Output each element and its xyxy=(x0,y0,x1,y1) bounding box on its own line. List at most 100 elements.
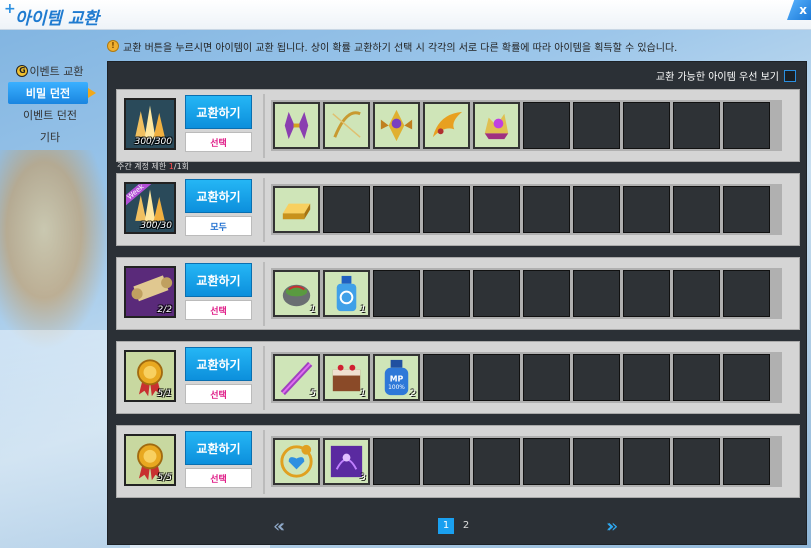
empty-slot xyxy=(573,438,620,485)
sidebar: G 이벤트 교환 비밀 던전 이벤트 던전 기타 xyxy=(0,60,100,148)
sidebar-item-event-dungeon[interactable]: 이벤트 던전 xyxy=(0,104,100,126)
empty-slot xyxy=(573,102,620,149)
divider xyxy=(263,94,265,158)
required-item-icon[interactable]: Week 300/30 xyxy=(124,182,176,234)
empty-slot xyxy=(623,438,670,485)
slot-qty: 1 xyxy=(360,305,366,315)
exchange-button[interactable]: 교환하기 xyxy=(185,347,252,381)
empty-slot xyxy=(723,438,770,485)
empty-slot xyxy=(323,186,370,233)
empty-slot xyxy=(673,438,720,485)
page-2[interactable]: 2 xyxy=(458,518,474,534)
gold-bar-icon[interactable] xyxy=(273,186,320,233)
exchange-row: 300/300 교환하기선택 xyxy=(116,89,800,162)
select-button[interactable]: 선택 xyxy=(185,384,252,404)
empty-slot xyxy=(423,438,470,485)
divider xyxy=(263,262,265,326)
prev-page-arrow-icon[interactable]: «‹ xyxy=(273,516,285,537)
empty-slot xyxy=(523,102,570,149)
heart-amulet-icon[interactable] xyxy=(273,438,320,485)
coin-icon: G xyxy=(16,65,29,77)
select-button[interactable]: 선택 xyxy=(185,468,252,488)
empty-slot xyxy=(523,438,570,485)
empty-slot xyxy=(723,354,770,401)
item-count: 300/300 xyxy=(134,137,172,147)
empty-slot xyxy=(623,270,670,317)
select-button[interactable]: 선택 xyxy=(185,132,252,152)
required-item-icon[interactable]: 300/300 xyxy=(124,98,176,150)
empty-slot xyxy=(473,438,520,485)
empty-slot xyxy=(573,186,620,233)
empty-slot xyxy=(673,270,720,317)
sidebar-item-label: 비밀 던전 xyxy=(25,87,71,100)
required-item-icon[interactable]: 5/5 xyxy=(124,434,176,486)
choco-cake-icon[interactable]: 1 xyxy=(323,354,370,401)
weekly-limit-label: 주간 계정 제한 1/1회 xyxy=(117,162,190,171)
purple-card-icon[interactable]: 3 xyxy=(323,438,370,485)
slot-qty: 1 xyxy=(310,305,316,315)
empty-slot xyxy=(573,354,620,401)
background-decoration xyxy=(0,330,110,548)
next-page-arrow-icon[interactable]: ›» xyxy=(606,516,618,537)
sidebar-item-label: 기타 xyxy=(39,131,61,144)
divider xyxy=(263,430,265,494)
empty-slot xyxy=(523,186,570,233)
stone-bowl-icon[interactable]: 1 xyxy=(273,270,320,317)
empty-slot xyxy=(723,270,770,317)
empty-slot xyxy=(573,270,620,317)
item-count: 5/1 xyxy=(157,389,172,399)
empty-slot xyxy=(373,186,420,233)
empty-slot xyxy=(623,186,670,233)
empty-slot xyxy=(523,354,570,401)
sidebar-item-label: 이벤트 던전 xyxy=(22,109,78,122)
exchange-button[interactable]: 교환하기 xyxy=(185,95,252,129)
notice-text: 교환 버튼을 누르시면 아이템이 교환 됩니다. 상이 확률 교환하기 선택 시… xyxy=(123,42,678,54)
priority-toggle[interactable]: 교환 가능한 아이템 우선 보기 xyxy=(656,68,796,83)
purple-staff-icon[interactable]: 5 xyxy=(273,354,320,401)
gold-wing-icon[interactable] xyxy=(423,102,470,149)
select-button[interactable]: 선택 xyxy=(185,300,252,320)
potion-bottle-icon[interactable]: 1 xyxy=(323,270,370,317)
select-button[interactable]: 모두 xyxy=(185,216,252,236)
slot-qty: 2 xyxy=(410,389,416,399)
slot-qty: 3 xyxy=(360,473,366,483)
pagination: «‹ 1 2 ›» xyxy=(108,514,808,538)
item-count: 300/30 xyxy=(140,221,172,231)
exchange-button[interactable]: 교환하기 xyxy=(185,179,252,213)
sidebar-item-secret-dungeon[interactable]: 비밀 던전 xyxy=(8,82,96,104)
gem-crown-icon[interactable] xyxy=(473,102,520,149)
exchange-button[interactable]: 교환하기 xyxy=(185,263,252,297)
slot-qty: 5 xyxy=(310,389,316,399)
empty-slot xyxy=(473,186,520,233)
reward-slots xyxy=(271,184,782,235)
svg-text:100%: 100% xyxy=(388,385,405,391)
notice: ! 교환 버튼을 누르시면 아이템이 교환 됩니다. 상이 확률 교환하기 선택… xyxy=(107,38,677,54)
golden-bow-icon[interactable] xyxy=(323,102,370,149)
sidebar-header[interactable]: G 이벤트 교환 xyxy=(0,60,100,82)
close-button[interactable]: x xyxy=(787,0,811,20)
empty-slot xyxy=(623,102,670,149)
sidebar-item-etc[interactable]: 기타 xyxy=(0,126,100,148)
empty-slot xyxy=(423,354,470,401)
required-item-icon[interactable]: 2/2 xyxy=(124,266,176,318)
priority-checkbox[interactable] xyxy=(784,69,796,82)
empty-slot xyxy=(473,354,520,401)
required-item-icon[interactable]: 5/1 xyxy=(124,350,176,402)
empty-slot xyxy=(373,270,420,317)
window-title: 아이템 교환 xyxy=(15,9,100,29)
sidebar-header-label: 이벤트 교환 xyxy=(29,65,84,78)
item-count: 2/2 xyxy=(157,305,172,315)
empty-slot xyxy=(673,354,720,401)
reward-slots: 11 xyxy=(271,268,782,319)
priority-label: 교환 가능한 아이템 우선 보기 xyxy=(655,72,779,83)
mp-potion-icon[interactable]: MP 100% 2 xyxy=(373,354,420,401)
reward-slots: 5 1 MP 100% 2 xyxy=(271,352,782,403)
background-decoration xyxy=(0,150,110,350)
exchange-button[interactable]: 교환하기 xyxy=(185,431,252,465)
slot-qty: 1 xyxy=(360,389,366,399)
purple-blade-icon[interactable] xyxy=(273,102,320,149)
winged-emblem-icon[interactable] xyxy=(373,102,420,149)
exchange-panel: 교환 가능한 아이템 우선 보기 300/300 교환하기 선택 주간 계정 제한 1… xyxy=(107,61,807,545)
page-1[interactable]: 1 xyxy=(438,518,454,534)
item-count: 5/5 xyxy=(157,473,172,483)
